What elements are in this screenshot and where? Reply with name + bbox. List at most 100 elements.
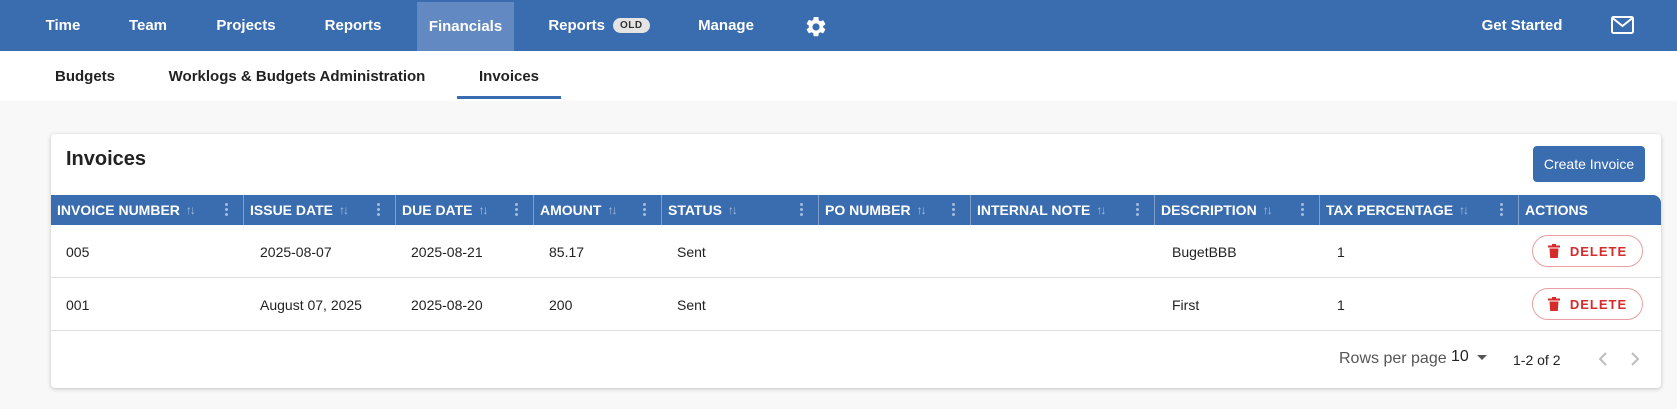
sort-icon[interactable]: ↑↓ — [1459, 203, 1469, 217]
column-header-label: DESCRIPTION — [1161, 202, 1257, 218]
column-menu-icon[interactable] — [377, 203, 381, 217]
column-header-label: PO NUMBER — [825, 202, 911, 218]
column-header-label: DUE DATE — [402, 202, 473, 218]
nav-item-reports[interactable]: Reports — [309, 0, 397, 51]
cell-issue-date: August 07, 2025 — [260, 296, 362, 313]
column-header-invoice-number[interactable]: INVOICE NUMBER ↑↓ — [51, 195, 244, 225]
sort-icon[interactable]: ↑↓ — [728, 203, 738, 217]
pagination-range: 1-2 of 2 — [1513, 352, 1561, 368]
nav-item-label: Financials — [428, 18, 503, 35]
cell-tax-percentage: 1 — [1337, 296, 1345, 313]
delete-button[interactable]: DELETE — [1532, 288, 1643, 320]
sort-icon[interactable]: ↑↓ — [917, 203, 927, 217]
column-header-tax-percentage[interactable]: TAX PERCENTAGE ↑↓ — [1320, 195, 1519, 225]
rows-per-page-select[interactable]: 10 — [1451, 348, 1487, 366]
nav-item-label: Manage — [698, 17, 754, 34]
cell-status: Sent — [677, 243, 706, 260]
nav-item-reports-old[interactable]: Reports OLD — [540, 0, 658, 51]
column-header-label: INTERNAL NOTE — [977, 202, 1091, 218]
old-badge: OLD — [613, 18, 650, 33]
previous-page-button[interactable] — [1591, 347, 1615, 371]
column-header-label: STATUS — [668, 202, 722, 218]
nav-item-label: Time — [45, 17, 81, 34]
cell-amount: 85.17 — [549, 243, 585, 260]
table-row[interactable]: 005 2025-08-07 2025-08-21 85.17 Sent Bug… — [51, 225, 1661, 278]
sort-icon[interactable]: ↑↓ — [186, 203, 196, 217]
card-title: Invoices — [66, 148, 147, 170]
column-header-status[interactable]: STATUS ↑↓ — [662, 195, 819, 225]
column-header-po-number[interactable]: PO NUMBER ↑↓ — [819, 195, 971, 225]
cell-tax-percentage: 1 — [1337, 243, 1345, 260]
column-menu-icon[interactable] — [800, 203, 804, 217]
mail-icon[interactable] — [1611, 16, 1634, 34]
column-header-actions: ACTIONS — [1519, 195, 1661, 225]
tab-label: Worklogs & Budgets Administration — [168, 67, 426, 85]
rows-per-page-label: Rows per page — [1339, 350, 1447, 367]
active-tab-indicator — [457, 96, 561, 99]
nav-item-time[interactable]: Time — [30, 0, 96, 51]
column-header-label: INVOICE NUMBER — [57, 202, 180, 218]
sort-icon[interactable]: ↑↓ — [607, 203, 617, 217]
tab-worklogs-budgets-administration[interactable]: Worklogs & Budgets Administration — [167, 51, 427, 101]
tab-budgets[interactable]: Budgets — [44, 51, 126, 101]
tab-label: Budgets — [55, 67, 115, 85]
column-menu-icon[interactable] — [643, 203, 647, 217]
tab-invoices[interactable]: Invoices — [457, 51, 561, 101]
nav-item-label: Reports — [548, 17, 606, 34]
rows-per-page-value: 10 — [1451, 348, 1469, 365]
invoices-card: Invoices Create Invoice INVOICE NUMBER ↑… — [51, 134, 1661, 388]
column-menu-icon[interactable] — [1136, 203, 1140, 217]
cell-status: Sent — [677, 296, 706, 313]
table-row[interactable]: 001 August 07, 2025 2025-08-20 200 Sent … — [51, 278, 1661, 331]
column-header-label: ISSUE DATE — [250, 202, 333, 218]
get-started-label: Get Started — [1481, 17, 1563, 34]
column-menu-icon[interactable] — [952, 203, 956, 217]
column-header-description[interactable]: DESCRIPTION ↑↓ — [1155, 195, 1320, 225]
cell-description: BugetBBB — [1172, 243, 1237, 260]
column-header-label: AMOUNT — [540, 202, 602, 218]
column-menu-icon[interactable] — [225, 203, 229, 217]
chevron-left-icon — [1598, 352, 1607, 366]
nav-item-team[interactable]: Team — [112, 0, 184, 51]
sort-icon[interactable]: ↑↓ — [1096, 203, 1106, 217]
table-pagination: Rows per page 10 1-2 of 2 — [51, 331, 1661, 388]
column-header-internal-note[interactable]: INTERNAL NOTE ↑↓ — [971, 195, 1155, 225]
column-header-label: ACTIONS — [1525, 202, 1588, 218]
column-header-due-date[interactable]: DUE DATE ↑↓ — [396, 195, 534, 225]
nav-item-label: Reports — [324, 17, 382, 34]
sort-icon[interactable]: ↑↓ — [1263, 203, 1273, 217]
delete-button[interactable]: DELETE — [1532, 235, 1643, 267]
column-header-issue-date[interactable]: ISSUE DATE ↑↓ — [244, 195, 396, 225]
get-started-link[interactable]: Get Started — [1470, 0, 1574, 51]
sub-tabs: Budgets Worklogs & Budgets Administratio… — [0, 51, 1677, 101]
create-invoice-button[interactable]: Create Invoice — [1533, 146, 1645, 182]
gear-icon[interactable] — [804, 15, 828, 39]
cell-due-date: 2025-08-20 — [411, 296, 483, 313]
nav-item-projects[interactable]: Projects — [200, 0, 292, 51]
delete-button-label: DELETE — [1569, 243, 1628, 259]
cell-invoice-number: 005 — [66, 243, 90, 260]
column-menu-icon[interactable] — [1500, 203, 1504, 217]
column-header-amount[interactable]: AMOUNT ↑↓ — [534, 195, 662, 225]
cell-amount: 200 — [549, 296, 573, 313]
nav-item-label: Team — [128, 17, 168, 34]
cell-invoice-number: 001 — [66, 296, 90, 313]
column-menu-icon[interactable] — [515, 203, 519, 217]
sort-icon[interactable]: ↑↓ — [479, 203, 489, 217]
cell-issue-date: 2025-08-07 — [260, 243, 332, 260]
top-nav: Time Team Projects Reports Financials Re… — [0, 0, 1677, 51]
tab-label: Invoices — [478, 67, 540, 85]
delete-button-label: DELETE — [1569, 296, 1628, 312]
table-header: INVOICE NUMBER ↑↓ ISSUE DATE ↑↓ DUE DATE… — [51, 195, 1661, 225]
column-menu-icon[interactable] — [1301, 203, 1305, 217]
cell-due-date: 2025-08-21 — [411, 243, 483, 260]
nav-item-label: Projects — [216, 17, 276, 34]
nav-item-manage[interactable]: Manage — [686, 0, 766, 51]
nav-item-financials[interactable]: Financials — [417, 2, 514, 51]
trash-icon — [1547, 244, 1560, 258]
next-page-button[interactable] — [1623, 347, 1647, 371]
cell-description: First — [1172, 296, 1200, 313]
sort-icon[interactable]: ↑↓ — [339, 203, 349, 217]
chevron-right-icon — [1631, 352, 1640, 366]
column-header-label: TAX PERCENTAGE — [1326, 202, 1454, 218]
